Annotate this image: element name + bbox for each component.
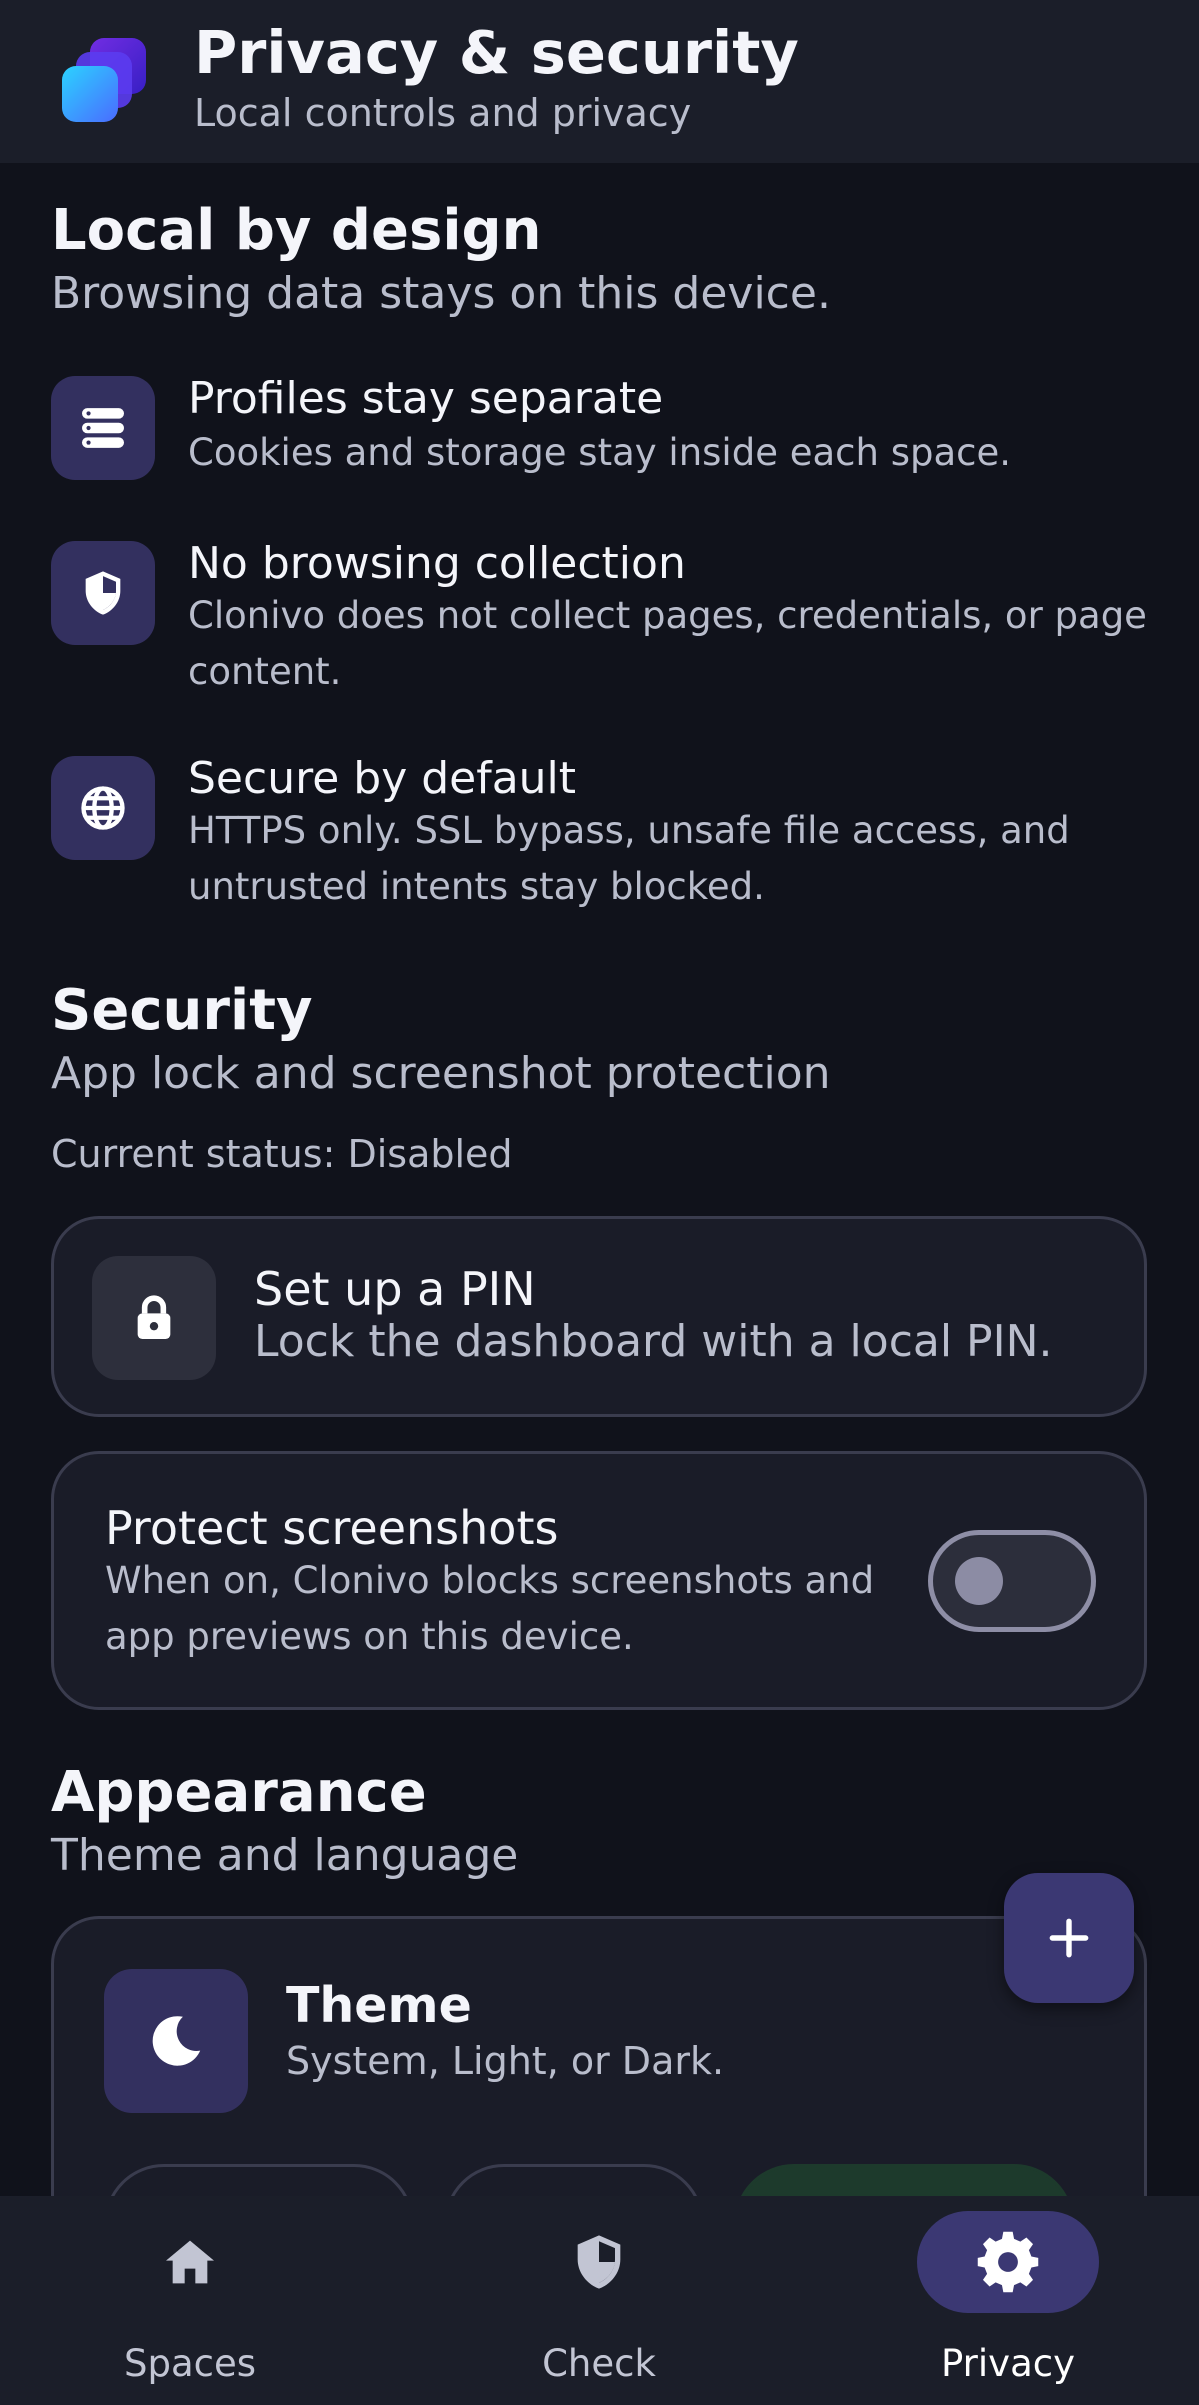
feature-title: Profiles stay separate bbox=[188, 373, 664, 424]
protect-screenshots-toggle[interactable] bbox=[928, 1530, 1096, 1632]
protect-screenshots-description: When on, Clonivo blocks screenshots and … bbox=[105, 1559, 875, 1658]
theme-description: System, Light, or Dark. bbox=[286, 2039, 725, 2083]
nav-icon-wrap bbox=[917, 2211, 1099, 2313]
privacy-screen: Privacy & security Local controls and pr… bbox=[0, 0, 1199, 2405]
nav-item-spaces[interactable]: Spaces bbox=[40, 2196, 340, 2405]
feature-title: Secure by default bbox=[188, 753, 577, 804]
pin-card-description: Lock the dashboard with a local PIN. bbox=[254, 1316, 1053, 1367]
app-header: Privacy & security Local controls and pr… bbox=[0, 0, 1199, 163]
feature-description: Cookies and storage stay inside each spa… bbox=[188, 431, 1012, 474]
nav-icon-wrap bbox=[508, 2211, 690, 2313]
nav-icon-wrap bbox=[99, 2211, 281, 2313]
storage-icon bbox=[51, 376, 155, 480]
gear-icon bbox=[977, 2231, 1039, 2293]
local-by-design-title: Local by design bbox=[51, 198, 542, 263]
security-subtitle: App lock and screenshot protection bbox=[51, 1048, 831, 1099]
page-title: Privacy & security bbox=[194, 18, 799, 87]
nav-label-privacy: Privacy bbox=[941, 2342, 1075, 2385]
home-icon bbox=[166, 2240, 214, 2284]
feature-description: HTTPS only. SSL bypass, unsafe file acce… bbox=[188, 809, 1070, 908]
set-up-pin-card[interactable]: Set up a PIN Lock the dashboard with a l… bbox=[51, 1216, 1147, 1417]
protect-screenshots-card: Protect screenshots When on, Clonivo blo… bbox=[51, 1451, 1147, 1710]
feature-title: No browsing collection bbox=[188, 538, 686, 589]
page-subtitle: Local controls and privacy bbox=[194, 91, 692, 135]
appearance-title: Appearance bbox=[51, 1760, 427, 1825]
moon-icon bbox=[104, 1969, 248, 2113]
nav-item-privacy[interactable]: Privacy bbox=[858, 2196, 1158, 2405]
shield-icon bbox=[577, 2235, 621, 2289]
nav-label-check: Check bbox=[542, 2342, 656, 2385]
protect-screenshots-title: Protect screenshots bbox=[105, 1501, 559, 1555]
appearance-subtitle: Theme and language bbox=[51, 1830, 519, 1881]
app-logo-icon bbox=[62, 38, 146, 122]
security-status: Current status: Disabled bbox=[51, 1132, 513, 1176]
shield-icon bbox=[51, 541, 155, 645]
globe-icon bbox=[51, 756, 155, 860]
plus-icon bbox=[1049, 1918, 1089, 1958]
feature-description: Clonivo does not collect pages, credenti… bbox=[188, 594, 1147, 693]
security-title: Security bbox=[51, 978, 313, 1043]
add-button[interactable] bbox=[1004, 1873, 1134, 2003]
nav-label-spaces: Spaces bbox=[123, 2342, 257, 2385]
local-by-design-subtitle: Browsing data stays on this device. bbox=[51, 268, 831, 319]
nav-item-check[interactable]: Check bbox=[449, 2196, 749, 2405]
theme-title: Theme bbox=[286, 1977, 472, 2034]
lock-icon bbox=[92, 1256, 216, 1380]
pin-card-title: Set up a PIN bbox=[254, 1262, 536, 1316]
toggle-knob bbox=[955, 1557, 1003, 1605]
bottom-nav: Spaces Check Privacy bbox=[0, 2196, 1199, 2405]
